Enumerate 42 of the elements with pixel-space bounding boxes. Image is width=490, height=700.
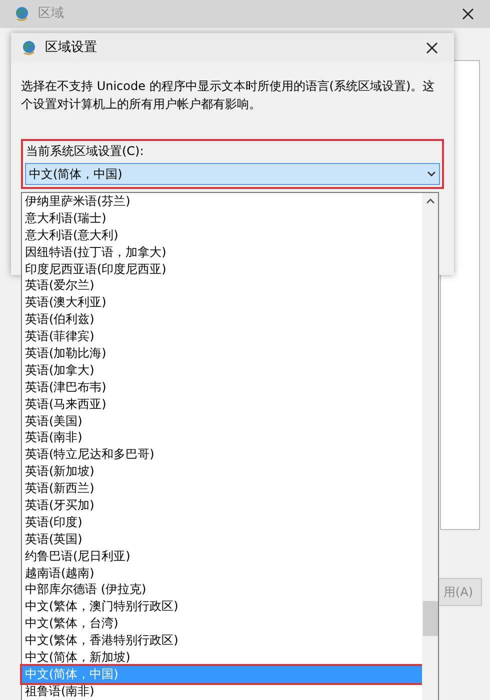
dropdown-item[interactable]: 中文(繁体，香港特别行政区) (22, 632, 422, 650)
scrollbar[interactable] (422, 193, 438, 700)
dropdown-item[interactable]: 英语(菲律宾) (22, 328, 422, 346)
locale-combobox[interactable]: 中文(简体，中国) (25, 163, 440, 185)
dropdown-item[interactable]: 英语(印度) (22, 514, 422, 531)
close-icon[interactable] (462, 8, 474, 20)
dropdown-item[interactable]: 意大利语(意大利) (22, 226, 422, 244)
dropdown-item[interactable]: 英语(马来西亚) (22, 396, 422, 413)
dropdown-item[interactable]: 英语(英国) (22, 530, 422, 548)
dropdown-item[interactable]: 祖鲁语(南非) (22, 682, 422, 700)
dropdown-item[interactable]: 英语(加拿大) (22, 362, 422, 379)
dropdown-item[interactable]: 英语(爱尔兰) (22, 277, 422, 294)
dropdown-item[interactable]: 英语(南非) (22, 429, 422, 446)
dropdown-item[interactable]: 英语(特立尼达和多巴哥) (22, 446, 422, 464)
dropdown-item[interactable]: 中文(繁体，台湾) (22, 615, 422, 632)
chevron-up-icon[interactable] (426, 198, 434, 204)
scrollbar-thumb[interactable] (422, 601, 438, 636)
dropdown-item[interactable]: 伊纳里萨米语(芬兰) (22, 193, 422, 210)
dropdown-item[interactable]: 英语(牙买加) (22, 497, 422, 514)
dropdown-item[interactable]: 中文(简体，新加坡) (22, 649, 422, 666)
dropdown-item[interactable]: 英语(伯利兹) (22, 311, 422, 328)
globe-icon (21, 40, 37, 56)
dropdown-item[interactable]: 英语(澳大利亚) (22, 294, 422, 312)
dropdown-item[interactable]: 英语(新西兰) (22, 480, 422, 498)
dropdown-item[interactable]: 英语(新加坡) (22, 463, 422, 480)
dropdown-item[interactable]: 越南语(越南) (22, 564, 422, 582)
dropdown-item[interactable]: 英语(美国) (22, 412, 422, 430)
chevron-down-icon (427, 171, 436, 177)
dropdown-item[interactable]: 印度尼西亚语(印度尼西亚) (22, 260, 422, 278)
dropdown-item[interactable]: 英语(津巴布韦) (22, 378, 422, 396)
field-label: 当前系统区域设置(C): (25, 143, 145, 159)
globe-icon (14, 6, 30, 22)
dropdown-item[interactable]: 中文(繁体，澳门特别行政区) (22, 598, 422, 616)
dropdown-item[interactable]: 中部库尔德语 (伊拉克) (22, 581, 422, 598)
dialog-title: 区域设置 (45, 39, 97, 58)
window-title: 区域 (38, 5, 64, 24)
dropdown-item[interactable]: 意大利语(瑞士) (22, 210, 422, 227)
dropdown-item[interactable]: 英语(加勒比海) (22, 345, 422, 362)
description-text: 选择在不支持 Unicode 的程序中显示文本时所使用的语言(系统区域设置)。这个设置对计算机上的所有用户帐户都有影响。 (21, 78, 436, 113)
dropdown-item[interactable]: 约鲁巴语(尼日利亚) (22, 548, 422, 565)
close-icon[interactable] (426, 42, 438, 54)
dropdown-item[interactable]: 因纽特语(拉丁语，加拿大) (22, 244, 422, 261)
